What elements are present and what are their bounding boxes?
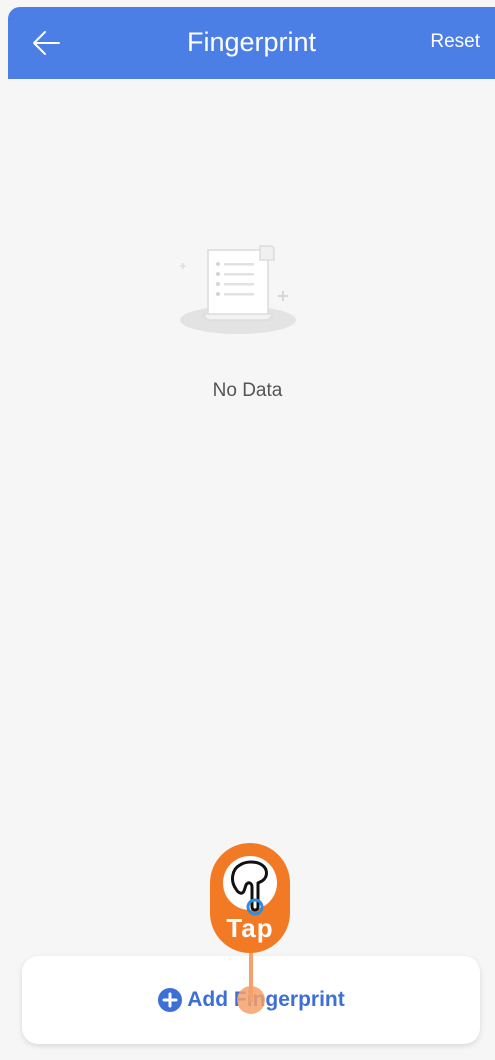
empty-message: No Data — [212, 380, 283, 401]
tap-hint-badge: Tap — [210, 843, 290, 953]
reset-button[interactable]: Reset — [430, 7, 480, 79]
document-list-icon — [179, 245, 296, 334]
empty-state: No Data — [0, 238, 495, 402]
add-fingerprint-label: Add Fingerprint — [187, 988, 345, 1011]
app-header: Fingerprint Reset — [8, 7, 495, 79]
hand-pointer-icon — [223, 856, 277, 916]
plus-circle-icon — [158, 988, 183, 1012]
tap-hint-dot — [237, 986, 265, 1014]
tap-hint-label: Tap — [226, 913, 274, 943]
page-title: Fingerprint — [186, 27, 317, 57]
